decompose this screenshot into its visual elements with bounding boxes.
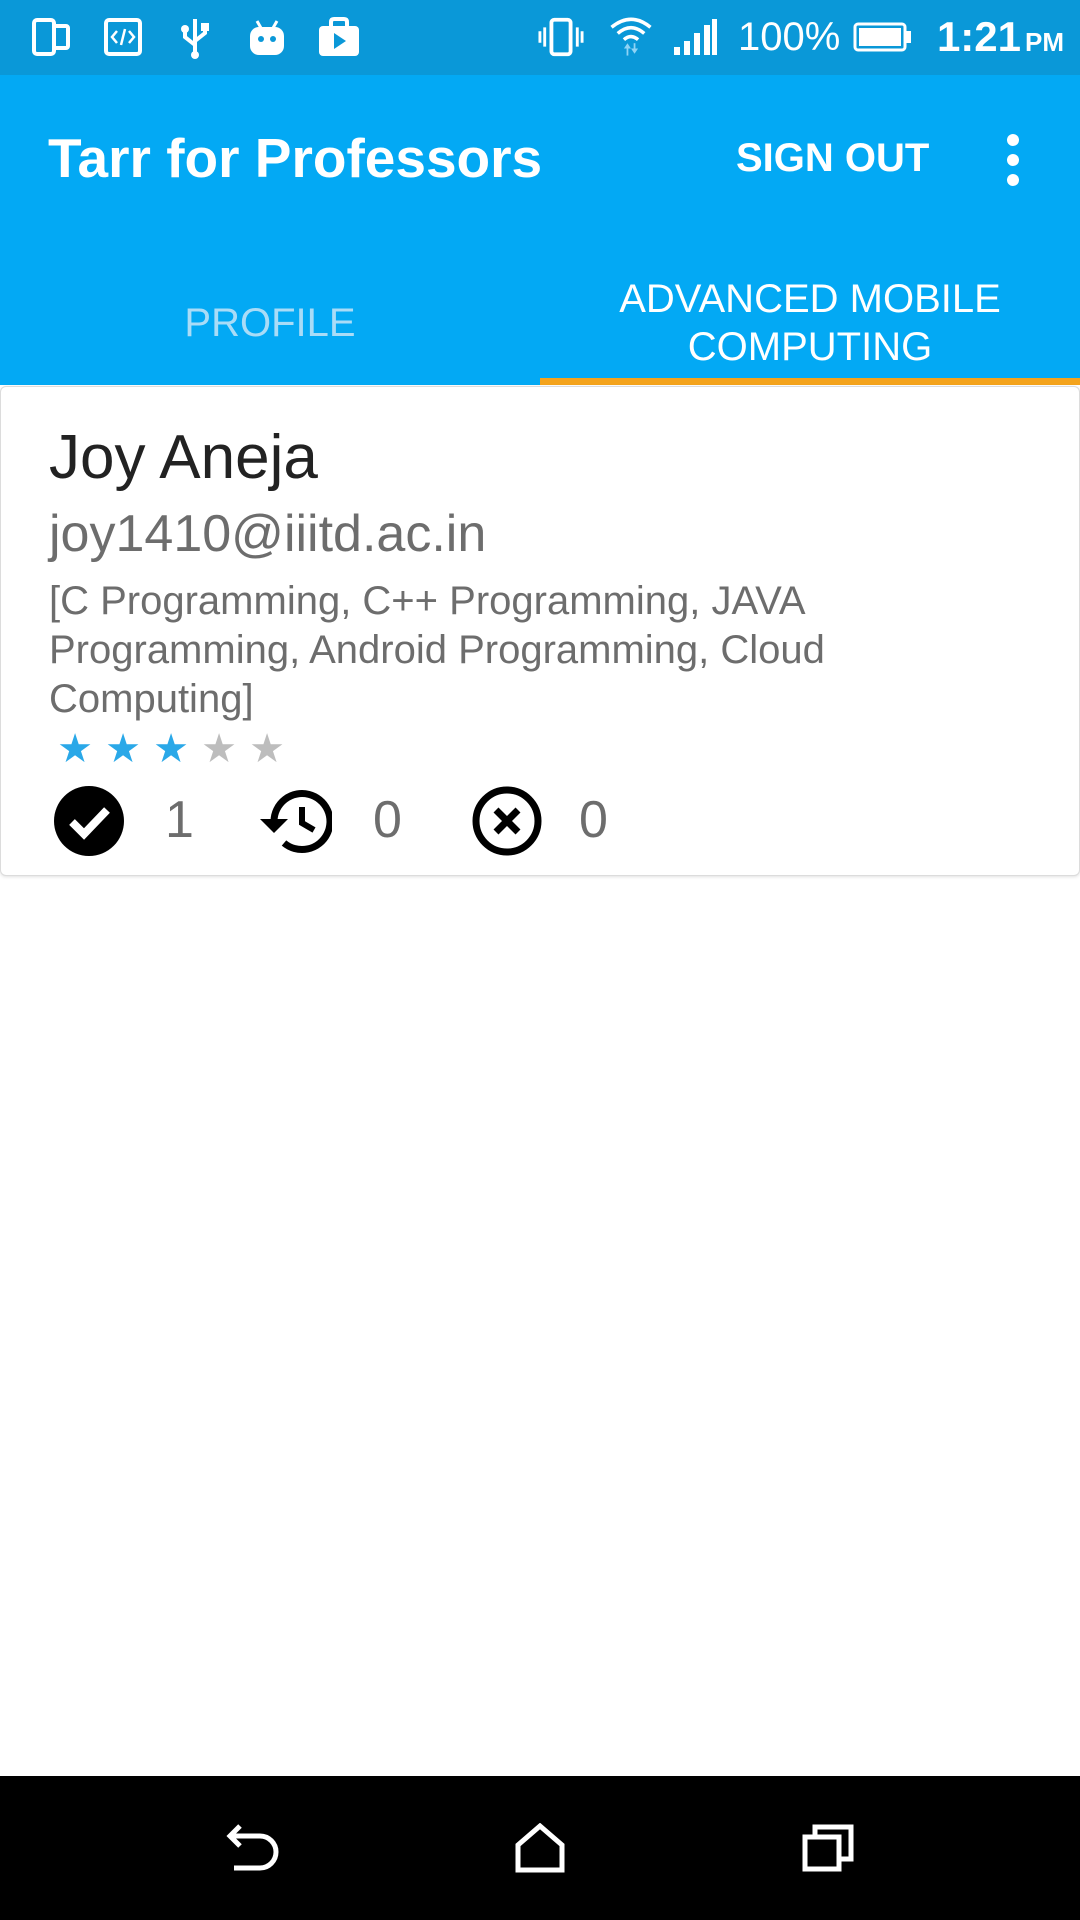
- student-email: joy1410@iiitd.ac.in: [49, 505, 487, 563]
- tab-advanced-mobile-computing[interactable]: ADVANCED MOBILE COMPUTING: [540, 260, 1080, 385]
- status-bar: 100% 1:21 PM: [0, 0, 1080, 75]
- signal-icon: [672, 14, 718, 60]
- approved-count: 1: [165, 791, 194, 849]
- dual-screen-icon: [28, 14, 74, 60]
- star-icon: ★: [201, 727, 237, 771]
- tab-profile[interactable]: PROFILE: [0, 260, 540, 385]
- app-title: Tarr for Professors: [48, 127, 543, 189]
- clock-suffix: PM: [1025, 27, 1064, 57]
- student-card[interactable]: Joy Aneja joy1410@iiitd.ac.in [C Program…: [0, 386, 1080, 876]
- tab-indicator: [540, 378, 1080, 385]
- tab-label: ADVANCED MOBILE COMPUTING: [619, 276, 1001, 369]
- rating-stars: ★ ★ ★ ★ ★: [51, 727, 291, 771]
- vibrate-icon: [538, 14, 584, 60]
- usb-icon: [172, 14, 218, 60]
- battery-percent: 100%: [738, 15, 841, 59]
- clock-time: 1:21: [936, 13, 1021, 60]
- more-vert-icon[interactable]: [988, 125, 1038, 195]
- star-icon: ★: [105, 727, 141, 771]
- developer-code-icon: [100, 14, 146, 60]
- star-icon: ★: [249, 727, 285, 771]
- android-icon: [244, 14, 290, 60]
- back-icon[interactable]: [202, 1798, 302, 1898]
- clock: 1:21 PM: [937, 12, 1064, 67]
- tab-bar: PROFILE ADVANCED MOBILE COMPUTING: [0, 260, 1080, 385]
- rejected-count: 0: [579, 791, 608, 849]
- play-store-icon: [316, 14, 362, 60]
- wifi-icon: [608, 14, 654, 60]
- recents-icon[interactable]: [778, 1798, 878, 1898]
- star-icon: ★: [153, 727, 189, 771]
- student-skills: [C Programming, C++ Programming, JAVA Pr…: [49, 579, 825, 721]
- sign-out-button[interactable]: SIGN OUT: [736, 133, 929, 183]
- app-bar: Tarr for Professors SIGN OUT PROFILE ADV…: [0, 75, 1080, 385]
- history-icon: [255, 781, 335, 861]
- battery-icon: [852, 14, 914, 60]
- home-icon[interactable]: [490, 1798, 590, 1898]
- navigation-bar: [0, 1776, 1080, 1920]
- check-circle-icon: [49, 781, 129, 861]
- student-name: Joy Aneja: [49, 423, 318, 492]
- star-icon: ★: [57, 727, 93, 771]
- cancel-circle-icon: [467, 781, 547, 861]
- pending-count: 0: [373, 791, 402, 849]
